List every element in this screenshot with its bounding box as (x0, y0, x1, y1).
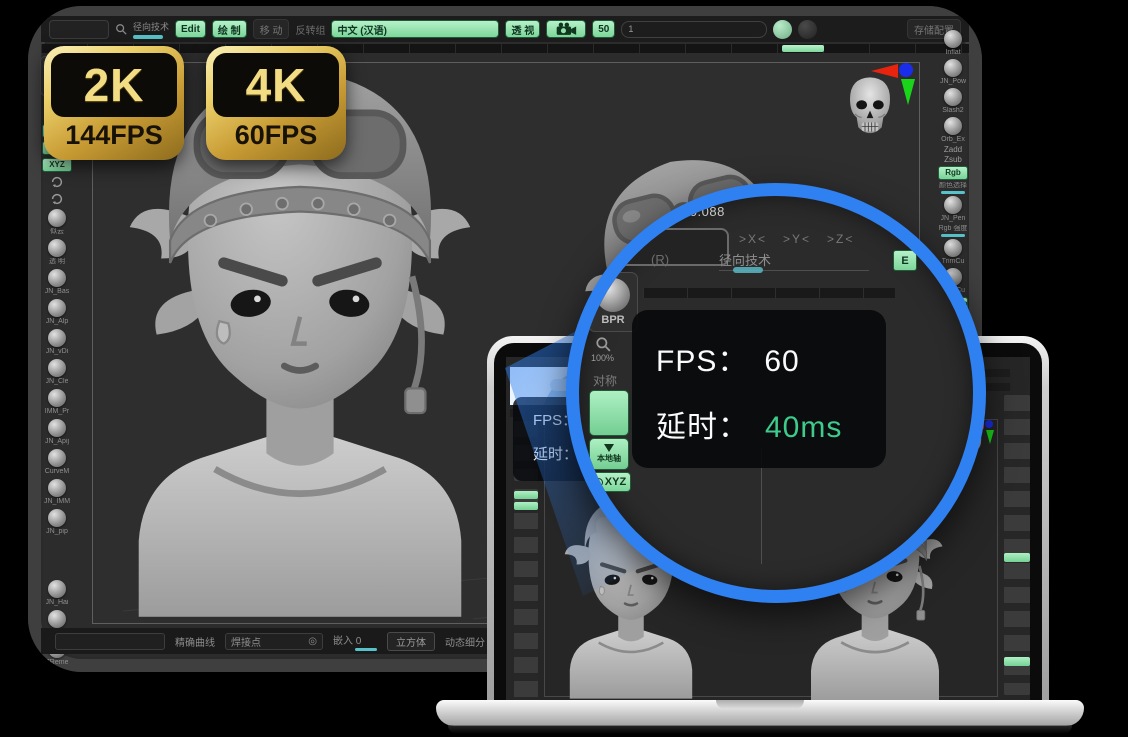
mag-green-button[interactable] (589, 390, 629, 436)
fps-row: FPS： 60 (656, 336, 886, 380)
mag-actual-size-button[interactable]: 100% (591, 336, 614, 363)
arrow-down-icon (604, 444, 614, 452)
zoom-level-label: 100% (591, 353, 614, 363)
bpr-label: BPR (601, 314, 624, 326)
latency-label: 延时： (656, 402, 749, 446)
magnifier-content: -1.467,-0.088 灯箱 >X< >Y< >Z< (R) 径向技术 E … (579, 196, 947, 564)
local-axis-button[interactable]: 本地轴 (589, 438, 629, 470)
fps-label: FPS： (656, 336, 748, 380)
rotate-icon[interactable] (595, 498, 613, 516)
fps-value: 60 (764, 345, 799, 379)
latency-value: 40ms (765, 411, 842, 445)
coords-readout: -1.467,-0.088 (641, 204, 725, 219)
promo-scene: 径向技术 Edit 绘 制 移 动 反转组 中文 (汉语) 透 视 50 1 存… (0, 0, 1128, 737)
axis-labels[interactable]: >X< >Y< >Z< (739, 232, 854, 246)
mag-xyz-button[interactable]: XYZ (589, 472, 631, 492)
orbit-icon (594, 478, 603, 487)
performance-panel: FPS： 60 延时： 40ms (632, 310, 886, 468)
mag-edit-button[interactable]: E (893, 250, 917, 271)
magnifier-circle: -1.467,-0.088 灯箱 >X< >Y< >Z< (R) 径向技术 E … (566, 183, 986, 603)
local-axis-label: 本地轴 (597, 453, 621, 464)
magnify-icon (595, 336, 611, 352)
latency-row: 延时： 40ms (656, 402, 886, 446)
mag-bpr-button[interactable]: BPR (588, 272, 638, 332)
symmetry-label[interactable]: 对称 (593, 372, 617, 389)
mag-tab-strip (643, 288, 895, 298)
bpr-sphere (596, 278, 630, 312)
r-label: (R) (651, 252, 669, 267)
xyz-label: XYZ (605, 476, 626, 488)
mag-radial-thumb[interactable] (733, 267, 763, 273)
